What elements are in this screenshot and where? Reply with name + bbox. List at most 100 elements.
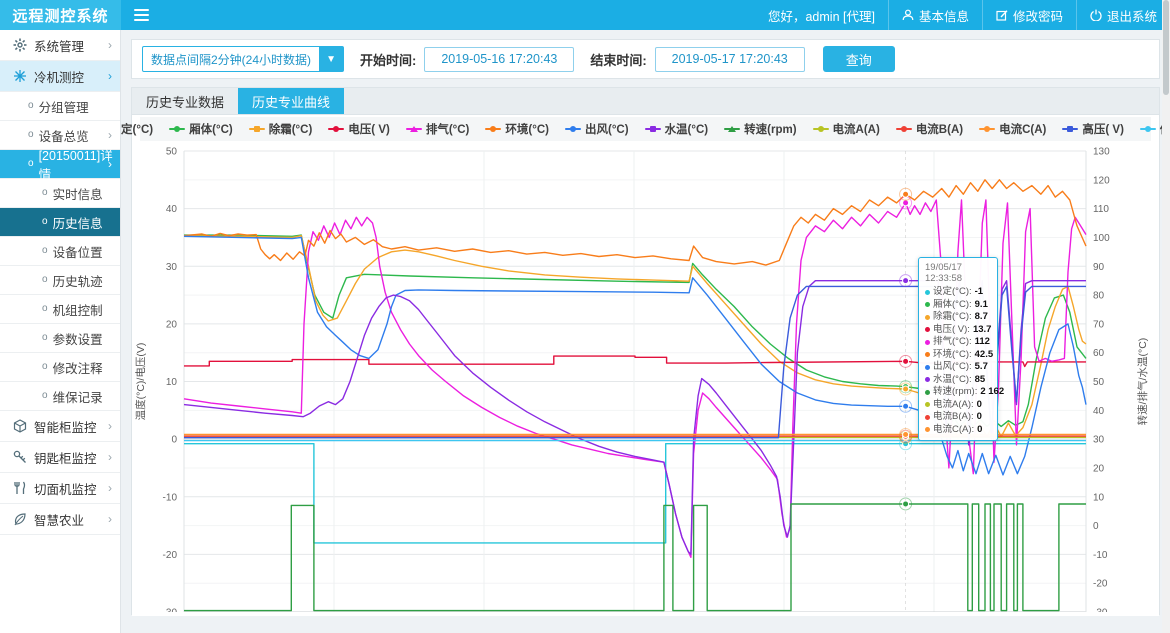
legend-label: 环境(°C) bbox=[505, 121, 549, 137]
scrollbar-thumb[interactable] bbox=[1163, 0, 1169, 95]
svg-text:70: 70 bbox=[1093, 319, 1105, 330]
legend-item[interactable]: 出风(°C) bbox=[565, 121, 629, 137]
chevron-right-icon: › bbox=[108, 157, 112, 171]
sidebar: 系统管理 › 冷机测控 › o 分组管理 o 设备总览 › o [2015001… bbox=[0, 30, 121, 633]
sidebar-item-history-info[interactable]: o 历史信息 bbox=[0, 208, 120, 237]
legend-item[interactable]: 电压( V) bbox=[328, 121, 390, 137]
svg-text:110: 110 bbox=[1093, 204, 1109, 215]
chevron-right-icon: › bbox=[108, 450, 112, 464]
legend-label: 排气(°C) bbox=[426, 121, 470, 137]
svg-text:130: 130 bbox=[1093, 147, 1110, 158]
svg-text:0: 0 bbox=[171, 435, 177, 446]
bullet-icon: o bbox=[42, 333, 48, 343]
legend-label: 电流C(A) bbox=[999, 121, 1046, 137]
sidebar-item-smart-cabinet[interactable]: 智能柜监控 › bbox=[0, 411, 120, 442]
legend-item[interactable]: 水温(°C) bbox=[645, 121, 709, 137]
legend-item[interactable]: 转速(rpm) bbox=[724, 121, 796, 137]
bullet-icon: o bbox=[42, 275, 48, 285]
cube-icon bbox=[12, 419, 27, 434]
legend-label: 厢体(°C) bbox=[189, 121, 233, 137]
svg-text:-10: -10 bbox=[1093, 550, 1108, 561]
svg-text:-10: -10 bbox=[163, 492, 178, 503]
svg-text:10: 10 bbox=[1093, 492, 1105, 503]
legend-marker-icon bbox=[169, 125, 185, 133]
sidebar-item-group-management[interactable]: o 分组管理 bbox=[0, 92, 120, 121]
sidebar-item-key-cabinet[interactable]: 钥匙柜监控 › bbox=[0, 442, 120, 473]
svg-text:0: 0 bbox=[1093, 521, 1099, 532]
svg-text:温度(°C)/电压(V): 温度(°C)/电压(V) bbox=[134, 343, 147, 421]
snowflake-icon bbox=[12, 69, 27, 84]
svg-text:30: 30 bbox=[1093, 435, 1105, 446]
tab-bar: 历史专业数据 历史专业曲线 bbox=[132, 88, 1159, 115]
legend-label: 电压( V) bbox=[348, 121, 390, 137]
legend-item[interactable]: 环境(°C) bbox=[485, 121, 549, 137]
svg-text:50: 50 bbox=[1093, 377, 1105, 388]
sidebar-item-realtime-info[interactable]: o 实时信息 bbox=[0, 179, 120, 208]
legend-marker-icon bbox=[1140, 125, 1156, 133]
svg-text:转速/排气/水温(°C): 转速/排气/水温(°C) bbox=[1136, 338, 1149, 426]
legend-item[interactable]: 排气(°C) bbox=[406, 121, 470, 137]
legend-item[interactable]: 厢体(°C) bbox=[169, 121, 233, 137]
logout-button[interactable]: 退出系统 bbox=[1076, 0, 1170, 30]
sidebar-item-system-management[interactable]: 系统管理 › bbox=[0, 30, 120, 61]
chevron-right-icon: › bbox=[108, 512, 112, 526]
query-button[interactable]: 查询 bbox=[823, 46, 895, 72]
bullet-icon: o bbox=[28, 159, 34, 169]
legend-marker-icon bbox=[328, 125, 344, 133]
line-chart-canvas[interactable]: 19/05/16 17:22:0619/05/16 21:26:0719/05/… bbox=[132, 141, 1161, 612]
sidebar-item-device-location[interactable]: o 设备位置 bbox=[0, 237, 120, 266]
start-time-label: 开始时间: bbox=[360, 50, 416, 69]
legend-marker-icon bbox=[896, 125, 912, 133]
start-time-input[interactable] bbox=[424, 47, 574, 72]
legend-marker-icon bbox=[249, 125, 265, 133]
sidebar-item-parameter-settings[interactable]: o 参数设置 bbox=[0, 324, 120, 353]
interval-select[interactable]: 数据点间隔2分钟(24小时数据) ▼ bbox=[142, 46, 344, 72]
legend-marker-icon bbox=[645, 125, 661, 133]
sidebar-item-edit-remarks[interactable]: o 修改注释 bbox=[0, 353, 120, 382]
legend-item[interactable]: 电流C(A) bbox=[979, 121, 1046, 137]
sidebar-item-maintenance-records[interactable]: o 维保记录 bbox=[0, 382, 120, 411]
legend-marker-icon bbox=[813, 125, 829, 133]
key-icon bbox=[12, 450, 27, 465]
user-icon bbox=[902, 9, 914, 21]
legend-item[interactable]: 电流B(A) bbox=[896, 121, 963, 137]
svg-text:30: 30 bbox=[166, 262, 178, 273]
page-scrollbar[interactable] bbox=[1162, 0, 1170, 633]
legend-item[interactable]: 电流A(A) bbox=[813, 121, 880, 137]
hamburger-menu-icon[interactable] bbox=[121, 0, 161, 30]
legend-marker-icon bbox=[565, 125, 581, 133]
basic-info-button[interactable]: 基本信息 bbox=[888, 0, 982, 30]
svg-text:-30: -30 bbox=[1093, 608, 1108, 613]
sidebar-item-unit-control[interactable]: o 机组控制 bbox=[0, 295, 120, 324]
bullet-icon: o bbox=[42, 188, 48, 198]
tab-history-data[interactable]: 历史专业数据 bbox=[132, 88, 238, 114]
chevron-right-icon: › bbox=[108, 38, 112, 52]
tab-history-curve[interactable]: 历史专业曲线 bbox=[238, 88, 344, 114]
legend-item[interactable]: 高压( V) bbox=[1062, 121, 1124, 137]
legend-label: 电流A(A) bbox=[833, 121, 880, 137]
change-password-button[interactable]: 修改密码 bbox=[982, 0, 1076, 30]
legend-marker-icon bbox=[485, 125, 501, 133]
legend-marker-icon bbox=[1062, 125, 1078, 133]
app-title: 远程测控系统 bbox=[0, 0, 121, 30]
bullet-icon: o bbox=[42, 391, 48, 401]
user-greeting: 您好，admin [代理] bbox=[755, 0, 888, 30]
svg-text:10: 10 bbox=[166, 377, 178, 388]
legend-item[interactable]: 除霜(°C) bbox=[249, 121, 313, 137]
end-time-input[interactable] bbox=[655, 47, 805, 72]
svg-text:50: 50 bbox=[166, 147, 178, 158]
sidebar-item-chiller-monitoring[interactable]: 冷机测控 › bbox=[0, 61, 120, 92]
sidebar-item-history-track[interactable]: o 历史轨迹 bbox=[0, 266, 120, 295]
bullet-icon: o bbox=[42, 304, 48, 314]
top-bar: 远程测控系统 您好，admin [代理] 基本信息 修改密码 退出系统 bbox=[0, 0, 1170, 30]
legend-marker-icon bbox=[724, 125, 740, 133]
gear-icon bbox=[12, 38, 27, 53]
legend-label: 电流B(A) bbox=[916, 121, 963, 137]
sidebar-item-device-detail[interactable]: o [20150011]详情 › bbox=[0, 150, 120, 179]
svg-text:40: 40 bbox=[1093, 406, 1105, 417]
sidebar-item-smart-agriculture[interactable]: 智慧农业 › bbox=[0, 504, 120, 535]
leaf-icon bbox=[12, 512, 27, 527]
chevron-down-icon: ▼ bbox=[319, 47, 343, 71]
sidebar-item-slicer-monitoring[interactable]: 切面机监控 › bbox=[0, 473, 120, 504]
bullet-icon: o bbox=[28, 101, 34, 111]
